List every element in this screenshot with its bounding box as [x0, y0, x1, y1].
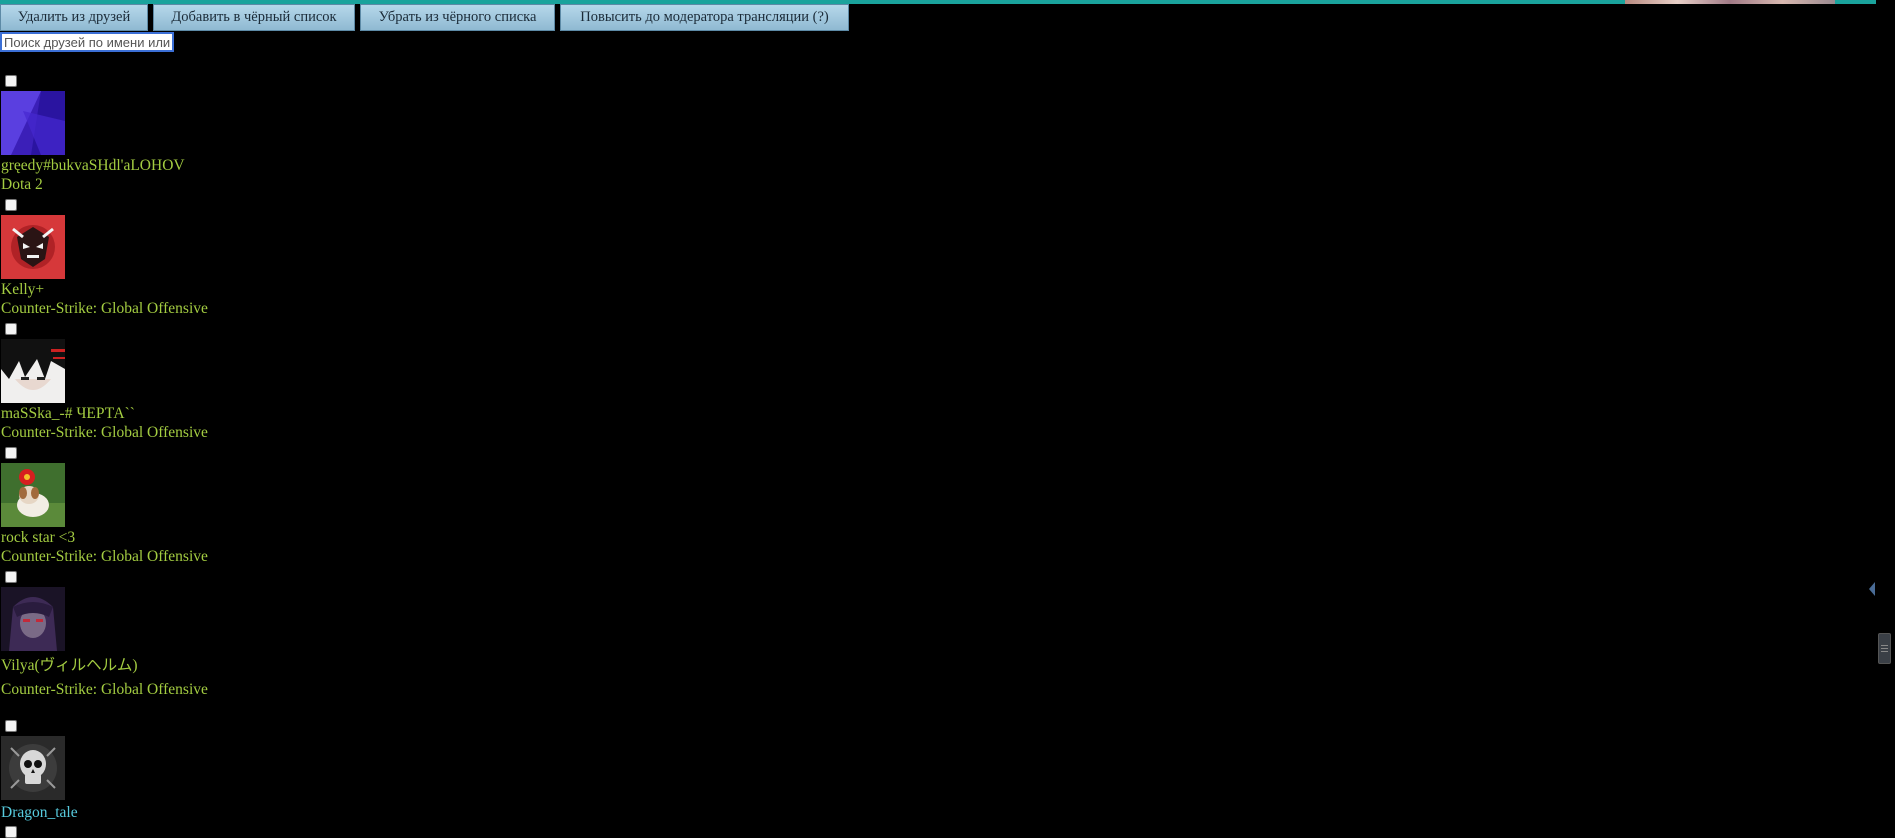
friend-game-status: Counter-Strike: Global Offensive	[1, 300, 208, 317]
friend-select-checkbox[interactable]	[5, 199, 17, 211]
friend-game-status: Counter-Strike: Global Offensive	[1, 424, 208, 441]
avatar[interactable]	[1, 587, 65, 651]
friend-search-input[interactable]	[0, 32, 174, 52]
collapse-arrow-icon[interactable]	[1869, 582, 1875, 596]
avatar[interactable]	[1, 736, 65, 800]
anime-character-avatar-icon	[1, 339, 65, 403]
avatar[interactable]	[1, 215, 65, 279]
page-scrollbar[interactable]	[1876, 0, 1895, 833]
skull-avatar-icon	[1, 736, 65, 800]
avatar[interactable]	[1, 463, 65, 527]
friend-select-checkbox[interactable]	[5, 75, 17, 87]
samurai-mask-avatar-icon	[1, 215, 65, 279]
friend-select-checkbox[interactable]	[5, 447, 17, 459]
friend-game-status: Counter-Strike: Global Offensive	[1, 681, 208, 698]
purple-abstract-avatar-icon	[1, 91, 65, 155]
friend-game-status: Counter-Strike: Global Offensive	[1, 548, 208, 565]
friend-select-checkbox[interactable]	[5, 571, 17, 583]
friend-name[interactable]: maSSka_-# ЧЕРТА``	[1, 405, 135, 423]
friend-select-checkbox[interactable]	[5, 826, 17, 838]
remove-from-blacklist-button[interactable]: Убрать из чёрного списка	[360, 4, 555, 31]
avatar[interactable]	[1, 339, 65, 403]
friend-game-status: Dota 2	[1, 176, 43, 193]
friend-name[interactable]: Vilya(ヴィルヘルム)	[1, 657, 138, 675]
scrollbar-thumb[interactable]	[1878, 633, 1891, 664]
friend-name[interactable]: Kelly+	[1, 281, 44, 299]
friend-name[interactable]: rock star <3	[1, 529, 75, 547]
friend-select-checkbox[interactable]	[5, 720, 17, 732]
banner-image-strip	[1625, 0, 1835, 4]
dog-with-flower-avatar-icon	[1, 463, 65, 527]
friend-name[interactable]: gręedy#bukvaSHdl'aLOHOV	[1, 157, 185, 175]
avatar[interactable]	[1, 91, 65, 155]
friend-name[interactable]: Dragon_tale	[1, 804, 78, 822]
add-to-blacklist-button[interactable]: Добавить в чёрный список	[153, 4, 355, 31]
remove-friend-button[interactable]: Удалить из друзей	[0, 4, 148, 31]
dark-anime-girl-avatar-icon	[1, 587, 65, 651]
friend-select-checkbox[interactable]	[5, 323, 17, 335]
promote-to-moderator-button[interactable]: Повысить до модератора трансляции (?)	[560, 4, 849, 31]
